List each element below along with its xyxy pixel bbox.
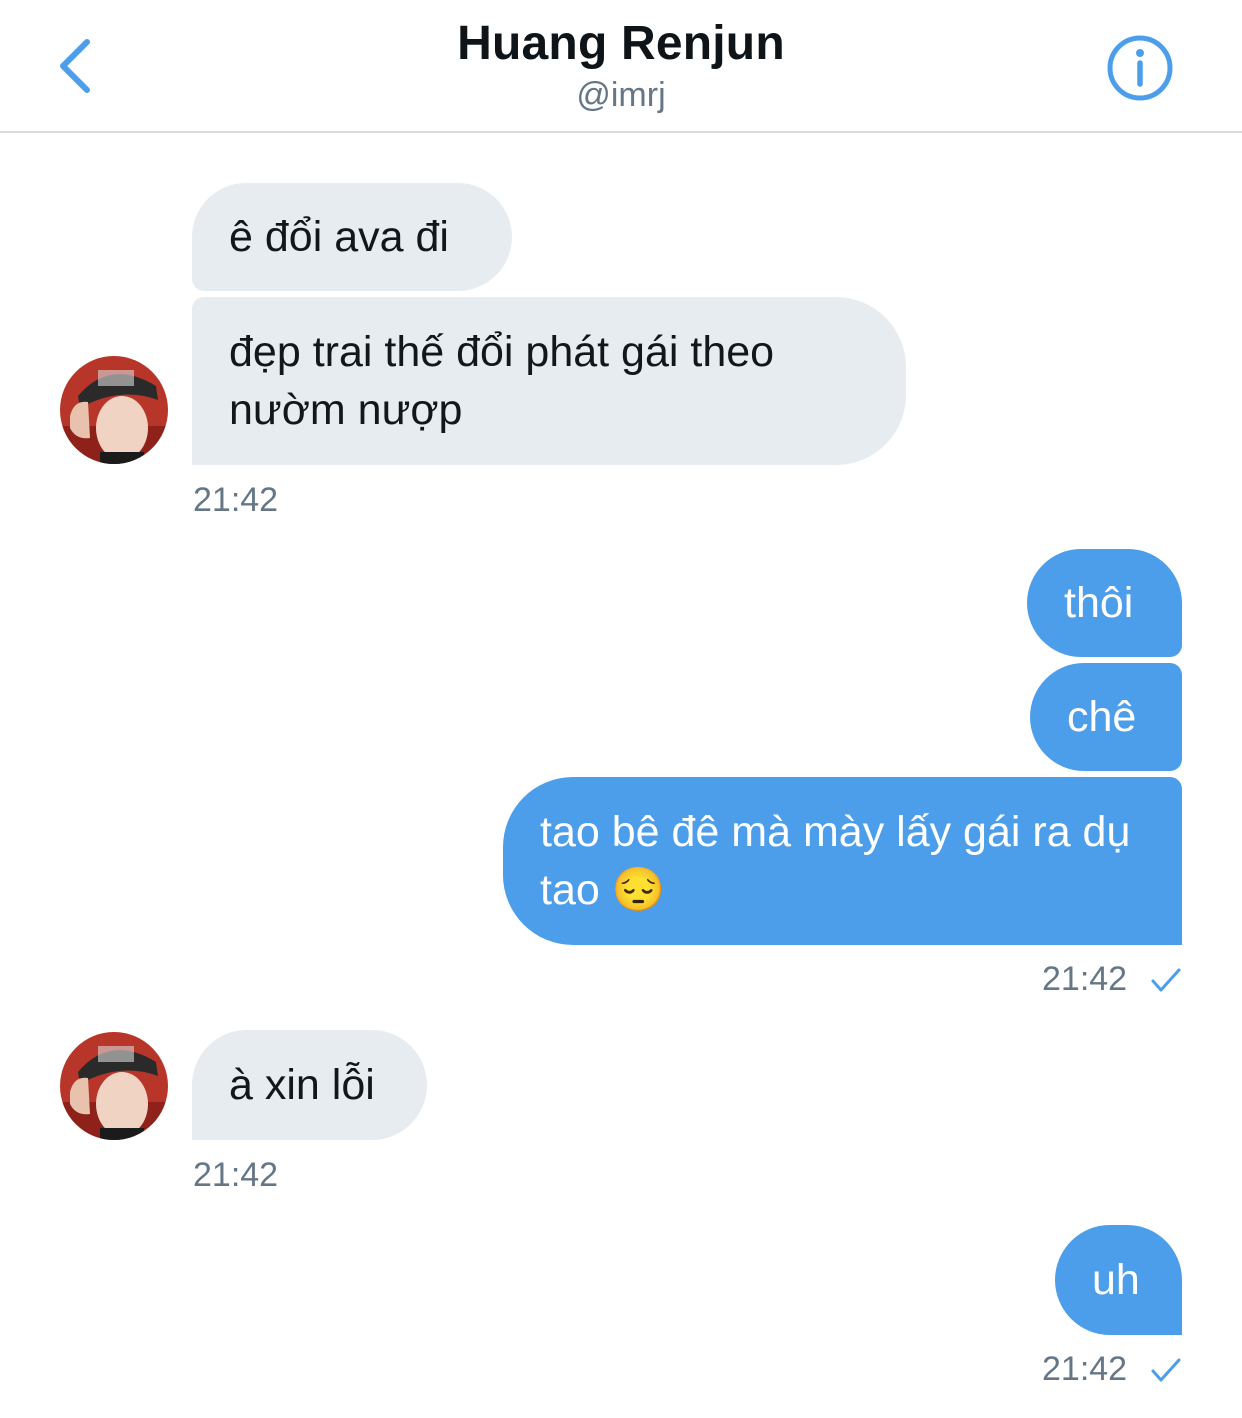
message-text: chê (1067, 693, 1137, 741)
contact-name[interactable]: Huang Renjun (0, 16, 1242, 71)
contact-handle: @imrj (576, 76, 666, 114)
dm-conversation-screen: Huang Renjun @imrj ê đổi ava đi đẹp trai… (0, 0, 1242, 1418)
avatar-photo-icon (60, 356, 168, 464)
message-text: uh (1092, 1256, 1140, 1304)
message-timestamp: 21:42 (1042, 1350, 1128, 1388)
message-bubble-outgoing[interactable]: thôi (1027, 549, 1182, 657)
message-timestamp: 21:42 (193, 481, 279, 519)
message-bubble-outgoing[interactable]: uh (1055, 1225, 1182, 1335)
message-bubble-incoming[interactable]: à xin lỗi (192, 1030, 427, 1140)
check-icon (1151, 968, 1181, 992)
avatar-photo-icon (60, 1032, 168, 1140)
conversation-header: Huang Renjun @imrj (0, 0, 1242, 133)
message-text: đẹp trai thế đổi phát gái theo nườm nượp (229, 328, 775, 434)
message-text: ê đổi ava đi (229, 213, 449, 261)
contact-avatar[interactable] (60, 356, 168, 464)
message-bubble-incoming[interactable]: đẹp trai thế đổi phát gái theo nườm nượp (192, 297, 906, 465)
message-bubble-outgoing[interactable]: tao bê đê mà mày lấy gái ra dụ tao 😔 (503, 777, 1182, 945)
message-bubble-outgoing[interactable]: chê (1030, 663, 1182, 771)
message-text: à xin lỗi (229, 1061, 375, 1109)
message-text: tao bê đê mà mày lấy gái ra dụ tao 😔 (540, 808, 1131, 914)
message-timestamp: 21:42 (1042, 960, 1128, 998)
contact-avatar[interactable] (60, 1032, 168, 1140)
message-bubble-incoming[interactable]: ê đổi ava đi (192, 183, 512, 291)
check-icon (1151, 1358, 1181, 1382)
message-timestamp: 21:42 (193, 1156, 279, 1194)
info-button[interactable] (1102, 30, 1178, 106)
message-text: thôi (1064, 579, 1134, 627)
info-icon (1107, 35, 1173, 101)
